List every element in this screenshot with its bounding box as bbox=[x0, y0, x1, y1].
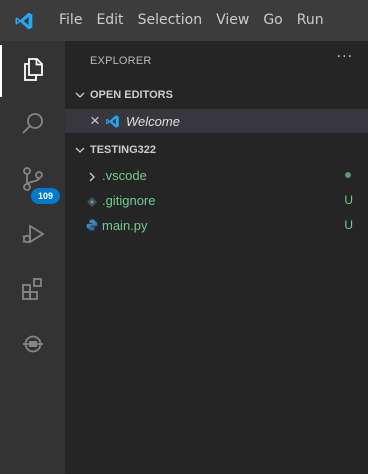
source-control-activity-button[interactable]: 109 bbox=[0, 153, 65, 208]
python-file-icon bbox=[86, 219, 98, 234]
chevron-right-icon bbox=[87, 170, 97, 185]
remote-explorer-activity-button[interactable] bbox=[0, 318, 65, 373]
git-modified-dot-icon bbox=[345, 172, 351, 178]
explorer-sidebar: EXPLORER ··· OPEN EDITORS × Welcome TEST… bbox=[65, 41, 368, 474]
title-bar: File Edit Selection View Go Run bbox=[0, 0, 368, 41]
menu-view[interactable]: View bbox=[209, 0, 256, 41]
close-editor-button[interactable]: × bbox=[90, 111, 100, 131]
section-open-editors[interactable]: OPEN EDITORS bbox=[65, 84, 368, 106]
vscode-file-icon bbox=[105, 114, 120, 132]
chevron-down-icon bbox=[70, 145, 90, 155]
remote-explorer-icon bbox=[20, 331, 46, 361]
tree-item-main-py[interactable]: main.py U bbox=[65, 213, 368, 237]
menu-run[interactable]: Run bbox=[290, 0, 331, 41]
extensions-activity-button[interactable] bbox=[0, 263, 65, 318]
tree-item-gitignore[interactable]: .gitignore U bbox=[65, 188, 368, 212]
files-icon bbox=[20, 56, 46, 86]
vscode-logo-icon[interactable] bbox=[0, 0, 48, 41]
menu-file[interactable]: File bbox=[48, 0, 89, 41]
activity-bar: 109 bbox=[0, 41, 65, 474]
git-status-badge: U bbox=[344, 218, 353, 232]
chevron-down-icon bbox=[70, 90, 90, 100]
tree-item-label: main.py bbox=[102, 217, 148, 233]
open-editor-label: Welcome bbox=[126, 113, 180, 129]
run-debug-icon bbox=[20, 221, 46, 251]
tree-item-label: .gitignore bbox=[102, 192, 156, 208]
menu-selection[interactable]: Selection bbox=[131, 0, 210, 41]
section-workspace[interactable]: TESTING322 bbox=[65, 139, 368, 161]
search-icon bbox=[20, 111, 46, 141]
explorer-activity-button[interactable] bbox=[0, 43, 65, 98]
more-actions-button[interactable]: ··· bbox=[337, 49, 353, 65]
sidebar-title: EXPLORER bbox=[90, 55, 152, 67]
source-control-badge: 109 bbox=[31, 188, 60, 204]
menu-go[interactable]: Go bbox=[256, 0, 289, 41]
tree-item-vscode-folder[interactable]: .vscode bbox=[65, 163, 368, 187]
git-file-icon bbox=[87, 195, 97, 210]
extensions-icon bbox=[20, 276, 46, 306]
section-label: OPEN EDITORS bbox=[90, 89, 173, 101]
git-status-badge: U bbox=[344, 193, 353, 207]
search-activity-button[interactable] bbox=[0, 98, 65, 153]
tree-item-label: .vscode bbox=[102, 167, 147, 183]
section-label: TESTING322 bbox=[90, 144, 157, 156]
menu-edit[interactable]: Edit bbox=[89, 0, 130, 41]
run-debug-activity-button[interactable] bbox=[0, 208, 65, 263]
open-editor-item-welcome[interactable]: × Welcome bbox=[65, 109, 368, 133]
